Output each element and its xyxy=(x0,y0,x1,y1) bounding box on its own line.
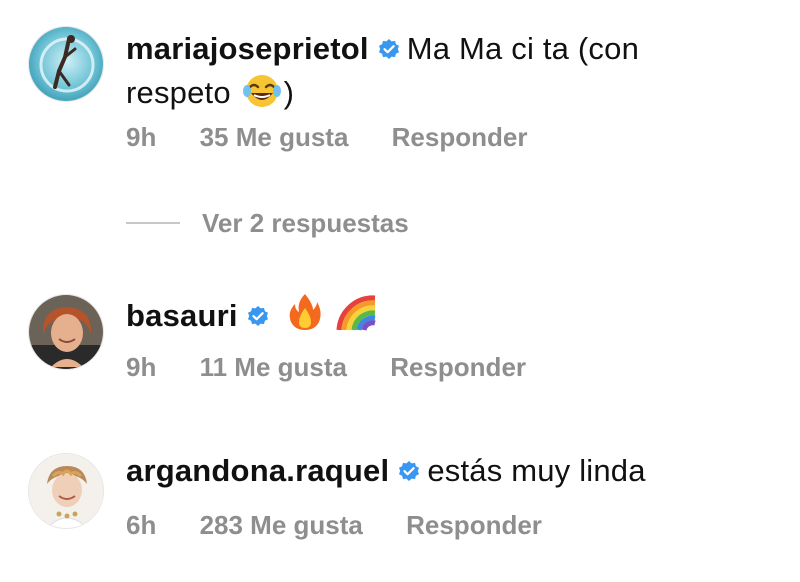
reply-button[interactable]: Responder xyxy=(390,352,526,382)
username[interactable]: argandona.raquel xyxy=(126,453,389,488)
rainbow-icon xyxy=(335,292,379,342)
likes-count[interactable]: 35 Me gusta xyxy=(200,122,349,152)
reply-button[interactable]: Responder xyxy=(406,510,542,540)
verified-badge-icon xyxy=(246,298,270,339)
view-replies-toggle[interactable]: Ver 2 respuestas xyxy=(126,206,409,240)
likes-count[interactable]: 283 Me gusta xyxy=(200,510,363,540)
comment-text: basauri xyxy=(126,292,766,342)
comment-text: mariajoseprietol Ma Ma ci ta (con respeto… xyxy=(126,28,766,119)
view-replies-label[interactable]: Ver 2 respuestas xyxy=(202,208,409,239)
avatar[interactable] xyxy=(28,453,104,529)
fire-icon xyxy=(287,292,323,342)
comment-time: 9h xyxy=(126,122,157,152)
username[interactable]: mariajoseprietol xyxy=(126,31,369,66)
comment-meta: 9h 35 Me gusta Responder xyxy=(126,122,563,153)
likes-count[interactable]: 11 Me gusta xyxy=(200,352,347,382)
comment-text-line2: respeto xyxy=(126,75,231,110)
comment-meta: 6h 283 Me gusta Responder xyxy=(126,510,578,541)
comment-meta: 9h 11 Me gusta Responder xyxy=(126,352,562,383)
verified-badge-icon xyxy=(397,453,421,494)
username[interactable]: basauri xyxy=(126,298,238,333)
comment-text-body: estás muy linda xyxy=(427,453,646,488)
avatar[interactable] xyxy=(28,26,104,102)
comment-text-line1: Ma Ma ci ta (con xyxy=(406,31,640,66)
comment-time: 6h xyxy=(126,510,157,540)
verified-badge-icon xyxy=(377,31,401,72)
face-with-tears-of-joy-icon xyxy=(242,73,282,119)
avatar[interactable] xyxy=(28,294,104,370)
comment-text-line2-end: ) xyxy=(283,75,295,110)
comment-text: argandona.raquel estás muy linda xyxy=(126,450,766,494)
reply-button[interactable]: Responder xyxy=(392,122,528,152)
replies-divider xyxy=(126,222,180,224)
comment-time: 9h xyxy=(126,352,157,382)
